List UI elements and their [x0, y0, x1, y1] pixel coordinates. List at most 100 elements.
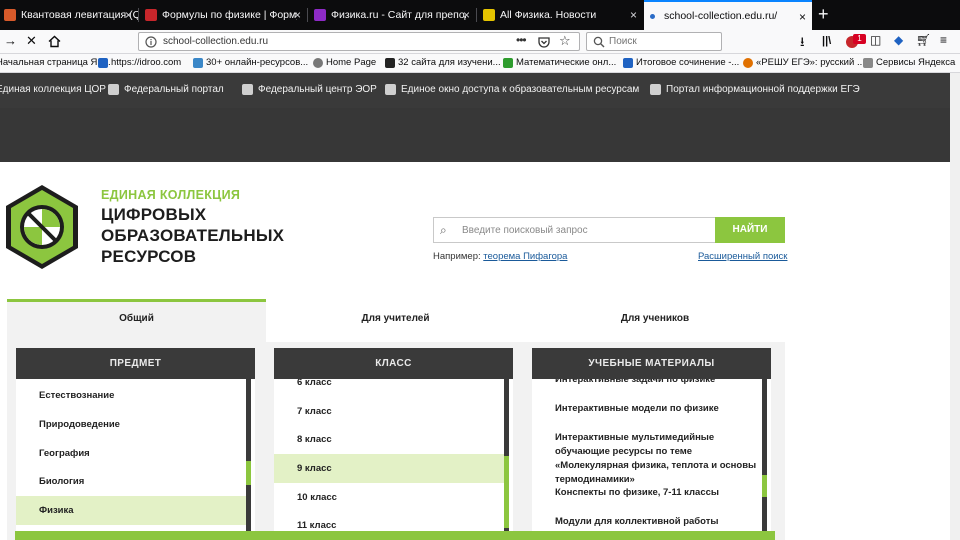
tab-close-icon[interactable]: ×	[294, 8, 301, 22]
top-link-single-window[interactable]: Единое окно доступа к образовательным ре…	[385, 84, 639, 95]
browser-tab[interactable]: Формулы по физике | Форму ×	[139, 0, 307, 30]
bookmark-item[interactable]: «РЕШУ ЕГЭ»: русский ...	[743, 57, 865, 68]
bookmark-favicon-icon	[313, 57, 323, 68]
materials-list: Интерактивные задачи по физике Интеракти…	[532, 379, 771, 540]
bookmark-item[interactable]: Начальная страница Ян...	[0, 57, 111, 68]
logo-line-2: ЦИФРОВЫХ	[101, 205, 207, 224]
tab-close-icon[interactable]: ×	[630, 8, 637, 22]
materials-item[interactable]: Конспекты по физике, 7-11 классы	[555, 486, 765, 500]
top-link-ege-portal[interactable]: Портал информационной поддержки ЕГЭ	[650, 84, 860, 95]
tab-close-icon[interactable]: ×	[125, 8, 132, 22]
example-link[interactable]: теорема Пифагора	[483, 251, 567, 262]
bookmark-label: https://idroo.com	[111, 57, 182, 68]
subject-scrollbar[interactable]	[246, 379, 251, 540]
page-actions-icon[interactable]: •••	[516, 33, 527, 47]
bookmark-item[interactable]: Математические онл...	[503, 57, 616, 68]
extension-icon[interactable]: ◆	[894, 33, 903, 47]
graduation-cap-icon	[650, 84, 661, 95]
top-link-label: Единое окно доступа к образовательным ре…	[401, 84, 640, 95]
bookmark-item[interactable]: Сервисы Яндекса	[863, 57, 955, 68]
info-icon[interactable]	[145, 36, 157, 48]
grade-item[interactable]: 8 класс	[274, 425, 504, 454]
tab-title: Формулы по физике | Форму	[162, 9, 297, 21]
bookmark-item[interactable]: 30+ онлайн-ресурсов...	[193, 57, 308, 68]
bookmark-item[interactable]: 32 сайта для изучени...	[385, 57, 501, 68]
top-link-federal-center[interactable]: Федеральный центр ЭОР	[242, 84, 377, 95]
tab-favicon-icon	[483, 9, 495, 21]
top-link-collection[interactable]: Единая коллекция ЦОР	[0, 84, 106, 95]
site-search-placeholder: Введите поисковый запрос	[462, 225, 588, 236]
materials-item[interactable]: Интерактивные модели по физике	[555, 402, 765, 416]
search-example: Например: теорема Пифагора	[433, 251, 567, 262]
bookmark-favicon-icon	[98, 57, 108, 68]
browser-tab-active[interactable]: school-collection.edu.ru/ ×	[644, 0, 812, 30]
materials-scroll-thumb[interactable]	[762, 475, 767, 497]
browser-tab[interactable]: Квантовая левитация (Qua ×	[0, 0, 138, 30]
site-logo[interactable]	[5, 184, 79, 270]
browser-navbar: → ✕ school-collection.edu.ru ••• ☆ Поиск…	[0, 30, 960, 54]
browser-tab[interactable]: Физика.ru - Сайт для препода ×	[308, 0, 476, 30]
tab-title: Физика.ru - Сайт для препода	[331, 9, 466, 21]
panel-bottom-bar	[15, 531, 775, 540]
tab-close-icon[interactable]: ×	[799, 10, 806, 24]
grade-item[interactable]: 7 класс	[274, 397, 504, 426]
stop-loading-icon[interactable]: ✕	[26, 33, 37, 49]
site-search-input[interactable]: ⌕ Введите поисковый запрос	[433, 217, 715, 243]
home-icon[interactable]	[48, 35, 61, 48]
role-tabs: Общий Для учителей Для учеников	[7, 299, 785, 342]
subject-item[interactable]: Природоведение	[16, 410, 246, 439]
top-link-federal-portal[interactable]: Федеральный портал	[108, 84, 224, 95]
new-tab-button[interactable]: +	[818, 4, 829, 25]
tab-general[interactable]: Общий	[7, 299, 266, 342]
bookmark-favicon-icon	[503, 57, 513, 68]
bookmark-item[interactable]: https://idroo.com	[98, 57, 181, 68]
cart-icon[interactable]: 🛒︎	[916, 33, 931, 47]
subject-item[interactable]: Естествознание	[16, 381, 246, 410]
url-text[interactable]: school-collection.edu.ru	[163, 36, 268, 47]
find-button[interactable]: НАЙТИ	[715, 217, 785, 243]
bookmark-label: «РЕШУ ЕГЭ»: русский ...	[756, 57, 865, 68]
materials-item[interactable]: Модули для коллективной работы	[555, 515, 765, 529]
advanced-search-link[interactable]: Расширенный поиск	[698, 251, 787, 262]
subject-list: Естествознание Природоведение География …	[16, 379, 255, 540]
tab-close-icon[interactable]: ×	[463, 8, 470, 22]
subject-item-selected[interactable]: Физика	[16, 496, 246, 525]
grade-item-selected[interactable]: 9 класс	[274, 454, 504, 483]
browser-tab[interactable]: All Физика. Новости ×	[477, 0, 643, 30]
materials-item[interactable]: Интерактивные задачи по физике	[555, 379, 765, 387]
grade-item[interactable]: 10 класс	[274, 483, 504, 512]
bookmark-label: Сервисы Яндекса	[876, 57, 956, 68]
pocket-icon[interactable]	[538, 36, 550, 48]
subject-scroll-thumb[interactable]	[246, 461, 251, 485]
top-link-label: Единая коллекция ЦОР	[0, 84, 106, 95]
materials-item[interactable]: Интерактивные мультимедийные обучающие р…	[555, 431, 765, 487]
menu-icon[interactable]: ≡	[940, 33, 947, 47]
page-scrollbar[interactable]	[950, 73, 960, 540]
browser-search-box[interactable]: Поиск	[586, 32, 722, 51]
grade-item[interactable]: 6 класс	[274, 379, 504, 397]
tab-title: All Физика. Новости	[500, 9, 597, 21]
bookmarks-bar: Начальная страница Ян... https://idroo.c…	[0, 54, 960, 73]
portal-icon	[108, 84, 119, 95]
book-icon	[242, 84, 253, 95]
downloads-icon[interactable]: ⭳	[800, 33, 805, 55]
forward-arrow-icon[interactable]: →	[4, 33, 17, 48]
subject-item[interactable]: Биология	[16, 467, 246, 496]
subject-item[interactable]: География	[16, 439, 246, 468]
tab-for-teachers[interactable]: Для учителей	[266, 299, 525, 342]
materials-scrollbar[interactable]	[762, 379, 767, 540]
tab-for-students[interactable]: Для учеников	[525, 299, 785, 342]
subject-column-header: ПРЕДМЕТ	[16, 348, 255, 379]
sidebar-icon[interactable]: ◫	[870, 33, 881, 47]
library-icon[interactable]: ||\	[822, 35, 831, 47]
bookmark-star-icon[interactable]: ☆	[559, 33, 571, 49]
grade-scroll-thumb[interactable]	[504, 456, 509, 528]
bookmark-label: Математические онл...	[516, 57, 617, 68]
window-icon	[385, 84, 396, 95]
logo-line-3: ОБРАЗОВАТЕЛЬНЫХ	[101, 226, 285, 245]
example-prefix: Например:	[433, 251, 481, 262]
bookmark-favicon-icon	[863, 57, 873, 68]
bookmark-item[interactable]: Итоговое сочинение -...	[623, 57, 739, 68]
bookmark-item[interactable]: Home Page	[313, 57, 376, 68]
url-bar[interactable]: school-collection.edu.ru ••• ☆	[138, 32, 580, 51]
